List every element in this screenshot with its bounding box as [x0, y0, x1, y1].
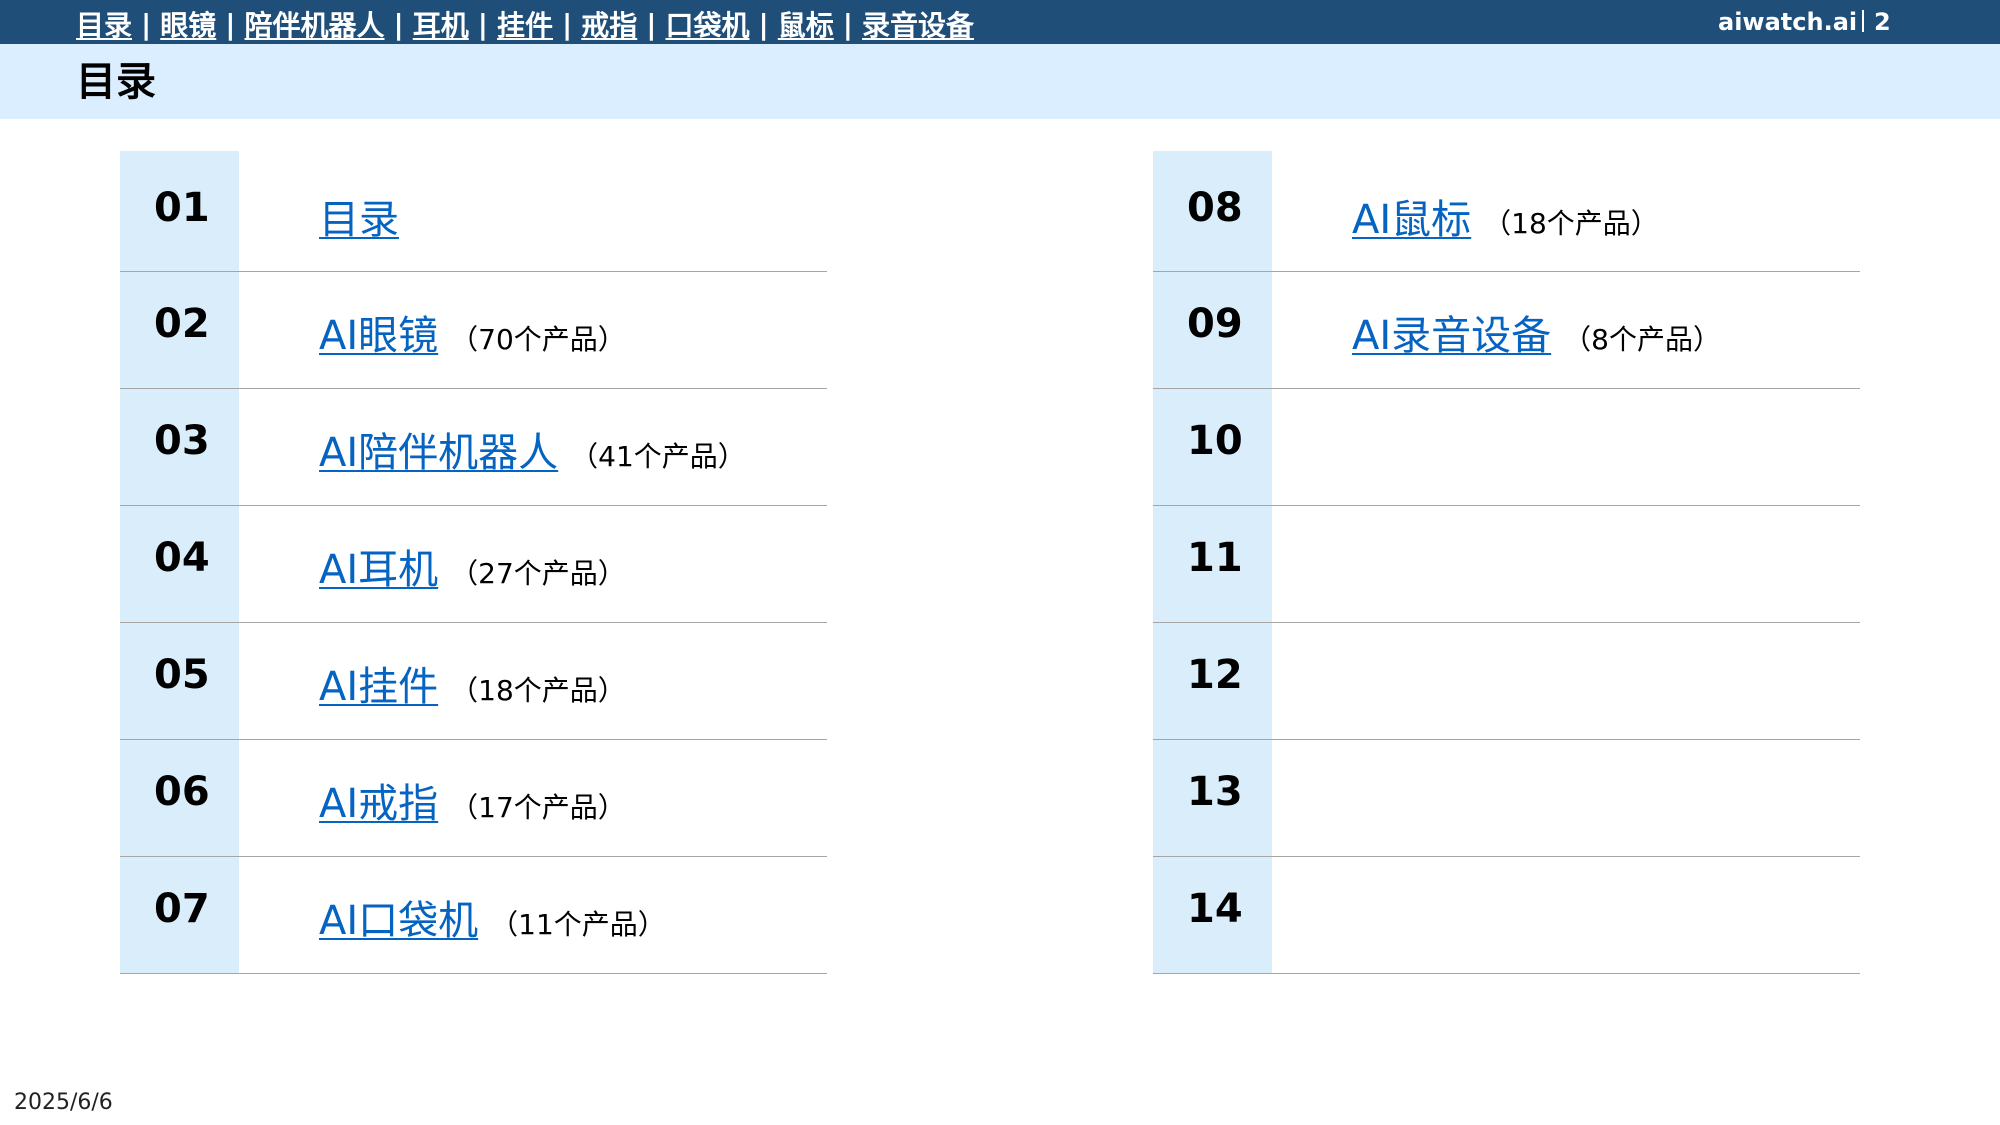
- nav-separator: |: [141, 7, 152, 41]
- title-band: 目录: [0, 44, 2000, 119]
- toc-number: 01: [154, 185, 210, 231]
- toc-row: 11: [1153, 506, 1860, 623]
- toc-number: 08: [1187, 185, 1243, 231]
- toc-column-left: 01 目录 02 AI眼镜 （70个产品） 03 AI陪伴机器人 （41个产品）…: [120, 151, 827, 974]
- nav-separator: |: [758, 7, 769, 41]
- toc-product-count: （27个产品）: [450, 557, 626, 590]
- date-footer: 2025/6/6: [14, 1090, 113, 1115]
- toc-product-count: （17个产品）: [450, 791, 626, 824]
- top-nav-bar: 目录 | 眼镜 | 陪伴机器人 | 耳机 | 挂件 | 戒指 | 口袋机 | 鼠…: [0, 0, 2000, 44]
- page-title: 目录: [76, 59, 156, 105]
- toc-link-ring[interactable]: AI戒指: [319, 780, 438, 828]
- toc-entry: AI录音设备 （8个产品）: [1352, 312, 1721, 360]
- nav-link-pocket-device[interactable]: 口袋机: [666, 4, 750, 44]
- toc-number: 09: [1187, 301, 1243, 347]
- toc-row: 10: [1153, 389, 1860, 506]
- toc-link-pendant[interactable]: AI挂件: [319, 663, 438, 711]
- nav-link-ring[interactable]: 戒指: [581, 4, 637, 44]
- toc-link-companion-robot[interactable]: AI陪伴机器人: [319, 429, 558, 477]
- nav-link-toc[interactable]: 目录: [76, 4, 132, 44]
- toc-entry: 目录: [319, 196, 399, 244]
- toc-entry: AI陪伴机器人 （41个产品）: [319, 429, 746, 477]
- toc-product-count: （70个产品）: [450, 323, 626, 356]
- toc-entry: AI眼镜 （70个产品）: [319, 312, 626, 360]
- toc-row: 04 AI耳机 （27个产品）: [120, 506, 827, 623]
- toc-entry: AI戒指 （17个产品）: [319, 780, 626, 828]
- toc-row: 03 AI陪伴机器人 （41个产品）: [120, 389, 827, 506]
- toc-entry: AI耳机 （27个产品）: [319, 546, 626, 594]
- nav-link-mouse[interactable]: 鼠标: [778, 4, 834, 44]
- toc-entry: AI挂件 （18个产品）: [319, 663, 626, 711]
- toc-row: 08 AI鼠标 （18个产品）: [1153, 151, 1860, 272]
- toc-number: 03: [154, 418, 210, 464]
- section-nav: 目录 | 眼镜 | 陪伴机器人 | 耳机 | 挂件 | 戒指 | 口袋机 | 鼠…: [76, 4, 974, 44]
- toc-row: 13: [1153, 740, 1860, 857]
- toc-entry: AI口袋机 （11个产品）: [319, 897, 666, 945]
- toc-row: 07 AI口袋机 （11个产品）: [120, 857, 827, 974]
- toc-number: 10: [1187, 418, 1243, 464]
- toc-number: 07: [154, 886, 210, 932]
- nav-link-earphones[interactable]: 耳机: [413, 4, 469, 44]
- toc-product-count: （18个产品）: [1483, 207, 1659, 240]
- page-number: 2: [1874, 8, 1891, 36]
- toc-row: 06 AI戒指 （17个产品）: [120, 740, 827, 857]
- toc-link-recorder[interactable]: AI录音设备: [1352, 312, 1551, 360]
- toc-row: 05 AI挂件 （18个产品）: [120, 623, 827, 740]
- toc-link-mouse[interactable]: AI鼠标: [1352, 196, 1471, 244]
- toc-column-right: 08 AI鼠标 （18个产品） 09 AI录音设备 （8个产品） 10 11 1…: [1153, 151, 1860, 974]
- toc-row: 12: [1153, 623, 1860, 740]
- toc-number: 13: [1187, 769, 1243, 815]
- toc-number: 02: [154, 301, 210, 347]
- toc-number: 06: [154, 769, 210, 815]
- toc-number: 04: [154, 535, 210, 581]
- toc-row: 02 AI眼镜 （70个产品）: [120, 272, 827, 389]
- nav-separator: |: [646, 7, 657, 41]
- toc-product-count: （18个产品）: [450, 674, 626, 707]
- nav-separator: |: [225, 7, 236, 41]
- toc-link-earphones[interactable]: AI耳机: [319, 546, 438, 594]
- toc-entry: AI鼠标 （18个产品）: [1352, 196, 1659, 244]
- nav-link-companion-robot[interactable]: 陪伴机器人: [245, 4, 385, 44]
- toc-number: 12: [1187, 652, 1243, 698]
- toc-link-glasses[interactable]: AI眼镜: [319, 312, 438, 360]
- nav-link-pendant[interactable]: 挂件: [497, 4, 553, 44]
- nav-separator: |: [477, 7, 488, 41]
- toc-number: 11: [1187, 535, 1243, 581]
- brand-name: aiwatch.ai: [1718, 8, 1858, 36]
- toc-number: 14: [1187, 886, 1243, 932]
- toc-row: 01 目录: [120, 151, 827, 272]
- toc-product-count: （11个产品）: [490, 908, 666, 941]
- toc-row: 09 AI录音设备 （8个产品）: [1153, 272, 1860, 389]
- toc-row: 14: [1153, 857, 1860, 974]
- nav-separator: |: [842, 7, 853, 41]
- toc-link-toc[interactable]: 目录: [319, 196, 399, 244]
- page-number-divider: [1862, 10, 1864, 32]
- nav-separator: |: [393, 7, 404, 41]
- toc-link-pocket-device[interactable]: AI口袋机: [319, 897, 478, 945]
- toc-product-count: （41个产品）: [570, 440, 746, 473]
- toc-number: 05: [154, 652, 210, 698]
- toc-product-count: （8个产品）: [1563, 323, 1721, 356]
- nav-separator: |: [562, 7, 573, 41]
- nav-link-glasses[interactable]: 眼镜: [160, 4, 216, 44]
- nav-link-recorder[interactable]: 录音设备: [862, 4, 974, 44]
